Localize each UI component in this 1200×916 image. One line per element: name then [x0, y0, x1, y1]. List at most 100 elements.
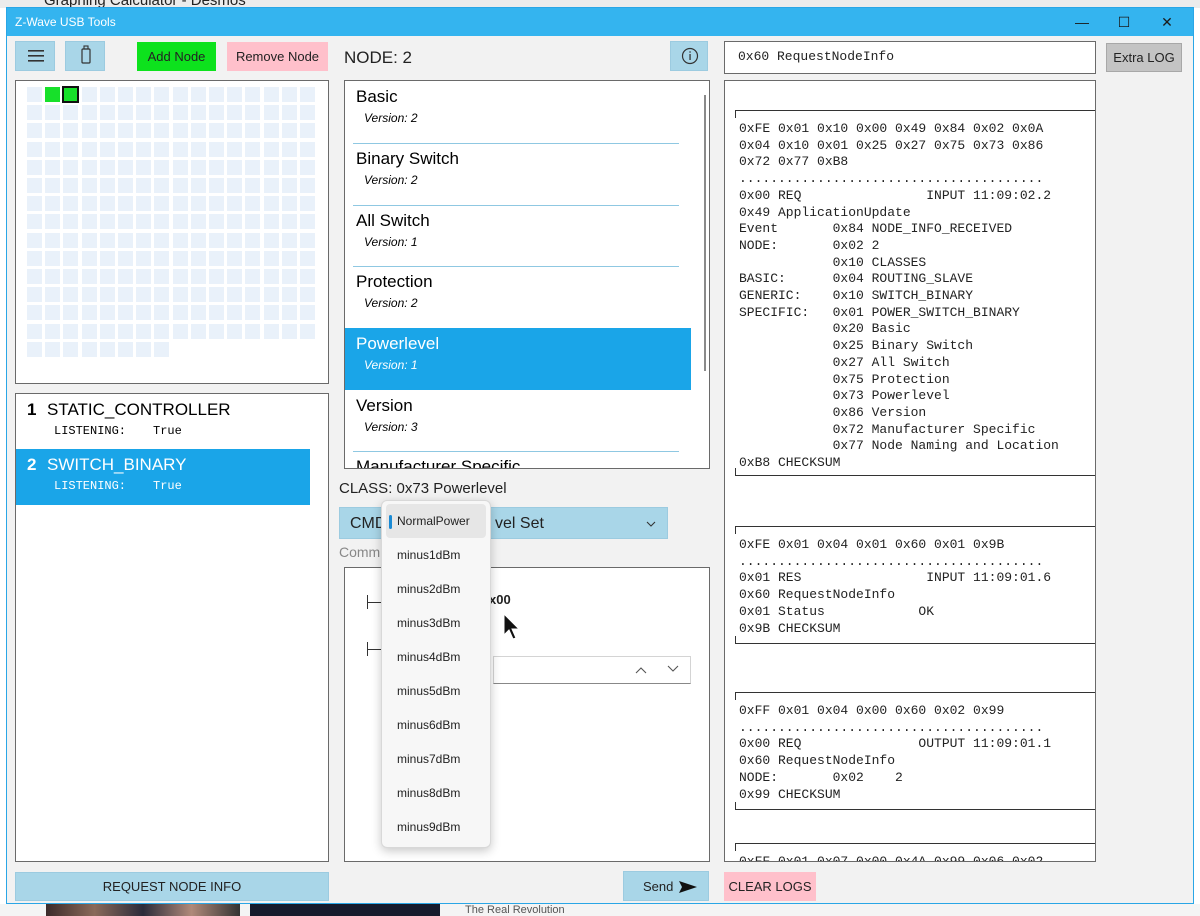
node-slot[interactable] — [118, 123, 133, 139]
node-slot[interactable] — [136, 269, 152, 284]
node-slot[interactable] — [245, 232, 261, 248]
command-class-item-selected[interactable]: Powerlevel Version: 1 — [345, 328, 691, 390]
node-slot[interactable] — [99, 178, 115, 193]
node-slot[interactable] — [227, 159, 243, 175]
node-slot[interactable] — [209, 141, 224, 157]
node-slot[interactable] — [245, 141, 261, 157]
node-slot[interactable] — [27, 123, 42, 139]
node-slot[interactable] — [154, 269, 170, 284]
node-slot[interactable] — [99, 269, 115, 284]
node-slot[interactable] — [281, 232, 297, 248]
node-slot[interactable] — [27, 105, 42, 121]
node-slot[interactable] — [27, 141, 42, 157]
dropdown-option[interactable]: minus8dBm — [382, 776, 490, 810]
node-slot[interactable] — [263, 178, 279, 193]
node-slot[interactable] — [172, 141, 188, 157]
node-slot[interactable] — [118, 287, 133, 303]
node-slot[interactable] — [81, 287, 97, 303]
node-slot[interactable] — [281, 87, 297, 102]
node-slot[interactable] — [281, 178, 297, 193]
node-slot[interactable] — [118, 305, 133, 321]
node-slot[interactable] — [99, 232, 115, 248]
node-slot[interactable] — [227, 214, 243, 230]
node-slot[interactable] — [45, 141, 61, 157]
node-slot[interactable] — [118, 178, 133, 193]
node-slot[interactable] — [190, 214, 206, 230]
remove-node-button[interactable]: Remove Node — [227, 42, 328, 71]
node-slot[interactable] — [81, 159, 97, 175]
node-slot[interactable] — [300, 323, 315, 339]
node-slot[interactable] — [81, 269, 97, 284]
node-slot[interactable] — [63, 123, 79, 139]
node-slot[interactable] — [81, 178, 97, 193]
node-slot[interactable] — [245, 105, 261, 121]
node-slot[interactable] — [45, 250, 61, 266]
send-button[interactable]: Send — [623, 871, 709, 901]
node-slot[interactable] — [118, 232, 133, 248]
node-slot[interactable] — [63, 178, 79, 193]
node-slot[interactable] — [172, 159, 188, 175]
node-slot[interactable] — [45, 214, 61, 230]
node-slot[interactable] — [190, 196, 206, 212]
node-slot[interactable] — [227, 250, 243, 266]
node-slot[interactable] — [63, 323, 79, 339]
chevron-up-icon[interactable] — [634, 664, 648, 676]
dropdown-option[interactable]: minus4dBm — [382, 640, 490, 674]
node-slot[interactable] — [227, 269, 243, 284]
node-slot[interactable] — [45, 196, 61, 212]
node-slot[interactable] — [245, 196, 261, 212]
command-class-item[interactable]: Manufacturer Specific — [345, 451, 691, 468]
node-slot[interactable] — [263, 214, 279, 230]
node-slot[interactable] — [45, 269, 61, 284]
node-slot[interactable] — [45, 341, 61, 357]
usb-button[interactable] — [65, 41, 105, 71]
node-slot[interactable] — [154, 305, 170, 321]
node-slot[interactable] — [118, 159, 133, 175]
node-slot[interactable] — [154, 159, 170, 175]
command-class-item[interactable]: Binary Switch Version: 2 — [345, 143, 691, 205]
node-slot[interactable] — [190, 287, 206, 303]
node-slot[interactable] — [81, 196, 97, 212]
node-slot[interactable] — [172, 287, 188, 303]
node-slot[interactable] — [81, 141, 97, 157]
node-slot[interactable] — [118, 250, 133, 266]
node-slot[interactable] — [300, 232, 315, 248]
node-slot[interactable] — [245, 123, 261, 139]
command-class-item[interactable]: Protection Version: 2 — [345, 266, 691, 328]
dropdown-option[interactable]: minus6dBm — [382, 708, 490, 742]
node-slot[interactable] — [190, 269, 206, 284]
node-slot[interactable] — [172, 250, 188, 266]
node-slot[interactable] — [45, 323, 61, 339]
node-slot[interactable] — [209, 232, 224, 248]
node-slot[interactable] — [263, 105, 279, 121]
node-slot[interactable] — [154, 341, 170, 357]
close-button[interactable]: ✕ — [1145, 8, 1189, 36]
node-slot[interactable] — [27, 269, 42, 284]
node-slot[interactable] — [190, 123, 206, 139]
node-slot[interactable] — [81, 250, 97, 266]
node-slot[interactable] — [300, 87, 315, 102]
node-slot[interactable] — [136, 287, 152, 303]
node-slot[interactable] — [245, 178, 261, 193]
node-slot[interactable] — [27, 287, 42, 303]
node-slot-active[interactable] — [45, 87, 61, 102]
node-slot[interactable] — [172, 232, 188, 248]
node-slot[interactable] — [63, 105, 79, 121]
node-slot[interactable] — [245, 250, 261, 266]
node-slot[interactable] — [172, 105, 188, 121]
node-slot[interactable] — [136, 341, 152, 357]
node-slot[interactable] — [227, 105, 243, 121]
node-slot[interactable] — [118, 141, 133, 157]
node-slot[interactable] — [245, 287, 261, 303]
node-slot[interactable] — [300, 250, 315, 266]
node-slot[interactable] — [300, 305, 315, 321]
node-slot[interactable] — [63, 196, 79, 212]
command-class-item[interactable]: Basic Version: 2 — [345, 81, 691, 143]
node-slot[interactable] — [172, 269, 188, 284]
minimize-button[interactable]: — — [1060, 8, 1104, 36]
node-slot[interactable] — [154, 87, 170, 102]
node-slot[interactable] — [300, 141, 315, 157]
node-slot[interactable] — [27, 323, 42, 339]
node-slot[interactable] — [209, 323, 224, 339]
node-slot[interactable] — [154, 287, 170, 303]
